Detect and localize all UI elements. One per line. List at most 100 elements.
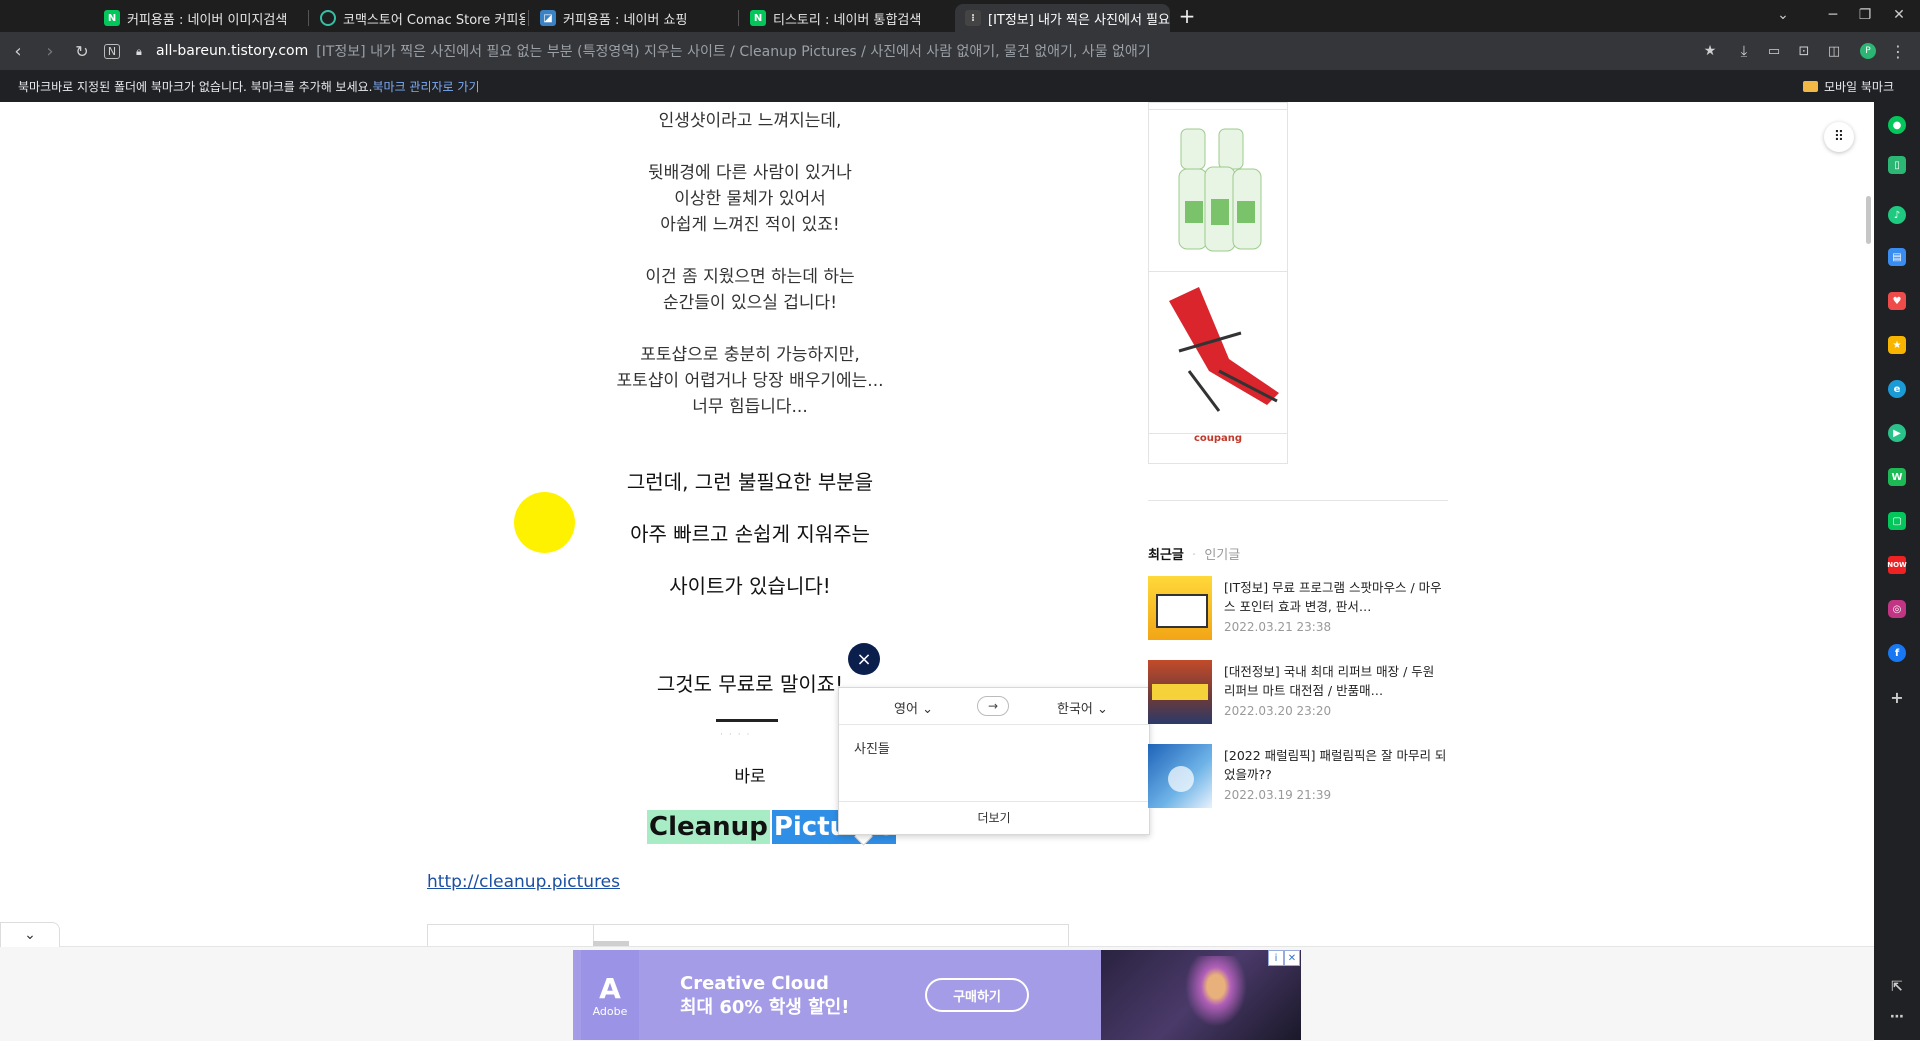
memo-icon[interactable]: ▯ xyxy=(1888,156,1906,174)
recent-post[interactable]: [대전정보] 국내 최대 리퍼브 매장 / 두원 리퍼브 마트 대전점 / 반품… xyxy=(1148,660,1448,726)
ad-buy-button[interactable]: 구매하기 xyxy=(925,978,1029,1012)
pocket-icon[interactable]: ♥ xyxy=(1888,292,1906,310)
tab-0[interactable]: N 커피용품 : 네이버 이미지검색 xyxy=(94,4,304,32)
extension-icon[interactable]: ▭ xyxy=(1762,39,1786,63)
tab-3[interactable]: N 티스토리 : 네이버 통합검색 xyxy=(740,4,950,32)
browser-toolbar: ‹ › ↻ N 🔒︎ all-bareun.tistory.com [IT정보]… xyxy=(0,32,1920,70)
bookmark-star-icon[interactable]: ★ xyxy=(1698,39,1722,63)
collapse-ad-button[interactable]: ⌄ xyxy=(0,922,60,947)
notification-icon[interactable]: ♪ xyxy=(1888,206,1906,224)
ad-close-icon[interactable]: ✕ xyxy=(1284,950,1300,966)
coupang-logo: coupang xyxy=(1193,433,1243,444)
tab-2[interactable]: ◪ 커피용품 : 네이버 쇼핑 xyxy=(530,4,735,32)
tab-label: [IT정보] 내가 찍은 사진에서 필요 xyxy=(988,12,1170,28)
reload-icon[interactable]: ↻ xyxy=(70,39,94,63)
address-bar[interactable]: 🔒︎ all-bareun.tistory.com [IT정보] 내가 찍은 사… xyxy=(136,38,1696,64)
back-icon[interactable]: ‹ xyxy=(6,39,30,63)
chevron-down-icon: ⌄ xyxy=(24,927,36,943)
tab-label: 커피용품 : 네이버 쇼핑 xyxy=(563,12,688,28)
translation-result: 사진들 xyxy=(854,742,890,757)
add-panel-icon[interactable]: + xyxy=(1888,688,1906,707)
close-window-button[interactable]: ✕ xyxy=(1884,4,1914,26)
tab-recent-posts[interactable]: 최근글 xyxy=(1148,548,1184,563)
article-line: 너무 힘듭니다... xyxy=(692,397,808,417)
target-language-select[interactable]: 한국어 ⌄ xyxy=(1057,698,1108,717)
post-title: [2022 패럴림픽] 패럴림픽은 잘 마무리 되었을까?? xyxy=(1224,748,1447,782)
tab-4-active[interactable]: ⁝ [IT정보] 내가 찍은 사진에서 필요 xyxy=(955,4,1170,32)
restore-button[interactable]: ❐ xyxy=(1850,4,1880,26)
tab-popular-posts[interactable]: 인기글 xyxy=(1204,548,1240,563)
translate-more-button[interactable]: 더보기 xyxy=(839,801,1149,835)
source-language-select[interactable]: 영어 ⌄ xyxy=(894,698,933,717)
tistory-menu-button[interactable]: ⠿ xyxy=(1824,122,1854,152)
swap-language-button[interactable]: → xyxy=(977,696,1009,716)
bookmark-message-text: 북마크바로 지정된 폴더에 북마크가 없습니다. 북마크를 추가해 보세요. xyxy=(18,80,373,94)
calendar-icon[interactable]: ▤ xyxy=(1888,248,1906,266)
tistory-icon: ⁝ xyxy=(965,10,981,26)
recent-post[interactable]: [IT정보] 무료 프로그램 스팟마우스 / 마우스 포인터 효과 변경, 판서… xyxy=(1148,576,1448,642)
tab-1[interactable]: 코맥스토어 Comac Store 커피용 xyxy=(310,4,525,32)
sidebar-divider xyxy=(1148,500,1448,501)
webtoon-icon[interactable]: W xyxy=(1888,468,1906,486)
adobe-brand: Adobe xyxy=(592,1004,628,1018)
post-date: 2022.03.20 23:20 xyxy=(1224,704,1332,718)
mobile-bookmarks-label: 모바일 북마크 xyxy=(1823,80,1894,94)
capture-icon[interactable]: ⊡ xyxy=(1792,39,1816,63)
profile-avatar[interactable]: P xyxy=(1856,39,1880,63)
naver-home-icon[interactable]: N xyxy=(100,39,124,63)
url-page-title: [IT정보] 내가 찍은 사진에서 필요 없는 부분 (특정영역) 지우는 사이… xyxy=(316,44,1151,60)
browser-side-panel: ● ▯ ♪ ▤ ♥ ★ e ▶ W ▢ NOW ◎ f + ⇱ ⋯ xyxy=(1874,102,1920,1040)
ad-headline-2: 최대 60% 학생 할인! xyxy=(680,997,850,1018)
folder-icon xyxy=(1802,81,1818,92)
ad-product-chair[interactable] xyxy=(1149,271,1287,434)
mobile-bookmarks[interactable]: 모바일 북마크 xyxy=(1802,78,1894,95)
source-language-label: 영어 xyxy=(894,702,918,717)
coupang-ad[interactable]: coupang xyxy=(1148,102,1288,464)
chevron-down-icon: ⌄ xyxy=(922,702,933,717)
tab-search-button[interactable]: ⌄ xyxy=(1768,4,1798,26)
page-scrollbar[interactable] xyxy=(1866,196,1871,244)
grid-dots-icon: ⠿ xyxy=(1833,129,1845,145)
post-thumbnail xyxy=(1148,576,1212,640)
recent-post[interactable]: [2022 패럴림픽] 패럴림픽은 잘 마무리 되었을까?? 2022.03.1… xyxy=(1148,744,1448,810)
url-domain: all-bareun.tistory.com xyxy=(156,43,309,59)
minimize-button[interactable]: ─ xyxy=(1818,4,1848,26)
comac-icon xyxy=(320,10,336,26)
now-icon[interactable]: NOW xyxy=(1887,556,1907,574)
adobe-ad-banner[interactable]: A Adobe Creative Cloud 최대 60% 학생 할인! 구매하… xyxy=(573,950,1301,1040)
play-icon[interactable]: ▶ xyxy=(1888,424,1906,442)
cleanup-pictures-link[interactable]: http://cleanup.pictures xyxy=(427,872,620,892)
cafe-icon[interactable]: ▢ xyxy=(1888,512,1906,530)
bookmark-manager-link[interactable]: 북마크 관리자로 가기 xyxy=(373,80,480,94)
naver-shopping-icon: ◪ xyxy=(540,10,556,26)
edge-browser-icon[interactable]: e xyxy=(1888,380,1906,398)
more-icon[interactable]: ⋯ xyxy=(1888,1008,1906,1026)
article-paragraph-3: 포토샵으로 충분히 가능하지만, 포토샵이 어렵거나 당장 배우기에는... 너… xyxy=(560,342,940,420)
external-link-icon[interactable]: ⇱ xyxy=(1888,978,1906,996)
post-title: [IT정보] 무료 프로그램 스팟마우스 / 마우스 포인터 효과 변경, 판서… xyxy=(1224,580,1442,614)
ad-product-water[interactable] xyxy=(1149,109,1287,272)
naver-icon: N xyxy=(750,10,766,26)
translate-close-button[interactable]: × xyxy=(848,643,880,675)
naver-green-icon[interactable]: ● xyxy=(1888,116,1906,134)
sidebar-toggle-icon[interactable]: ◫ xyxy=(1822,39,1846,63)
article-line: 아쉽게 느껴진 적이 있죠! xyxy=(660,215,840,235)
tab-label: 코맥스토어 Comac Store 커피용 xyxy=(343,12,525,28)
bookmark-empty-message: 북마크바로 지정된 폴더에 북마크가 없습니다. 북마크를 추가해 보세요.북마… xyxy=(18,78,480,95)
forward-icon[interactable]: › xyxy=(38,39,62,63)
star-icon[interactable]: ★ xyxy=(1888,336,1906,354)
download-icon[interactable]: ⤓ xyxy=(1732,39,1756,63)
lock-icon: 🔒︎ xyxy=(136,45,142,58)
cursor-highlight xyxy=(514,492,575,553)
divider-dots: ···· xyxy=(720,730,756,740)
menu-icon[interactable]: ⋮ xyxy=(1886,39,1910,63)
article-emphasis-2: 아주 빠르고 손쉽게 지워주는 xyxy=(630,522,870,546)
page-content: 인생샷이라고 느껴지는데, 뒷배경에 다른 사람이 있거나 이상한 물체가 있어… xyxy=(0,102,1874,1040)
article-line: 순간들이 있으실 겁니다! xyxy=(662,293,838,313)
instagram-icon[interactable]: ◎ xyxy=(1888,600,1906,618)
ad-info-icon[interactable]: i xyxy=(1268,950,1284,966)
post-tabs: 최근글 · 인기글 xyxy=(1148,548,1241,563)
article-paragraph-2: 이건 좀 지웠으면 하는데 하는 순간들이 있으실 겁니다! xyxy=(560,264,940,316)
new-tab-button[interactable]: + xyxy=(1175,4,1199,28)
facebook-icon[interactable]: f xyxy=(1888,644,1906,662)
